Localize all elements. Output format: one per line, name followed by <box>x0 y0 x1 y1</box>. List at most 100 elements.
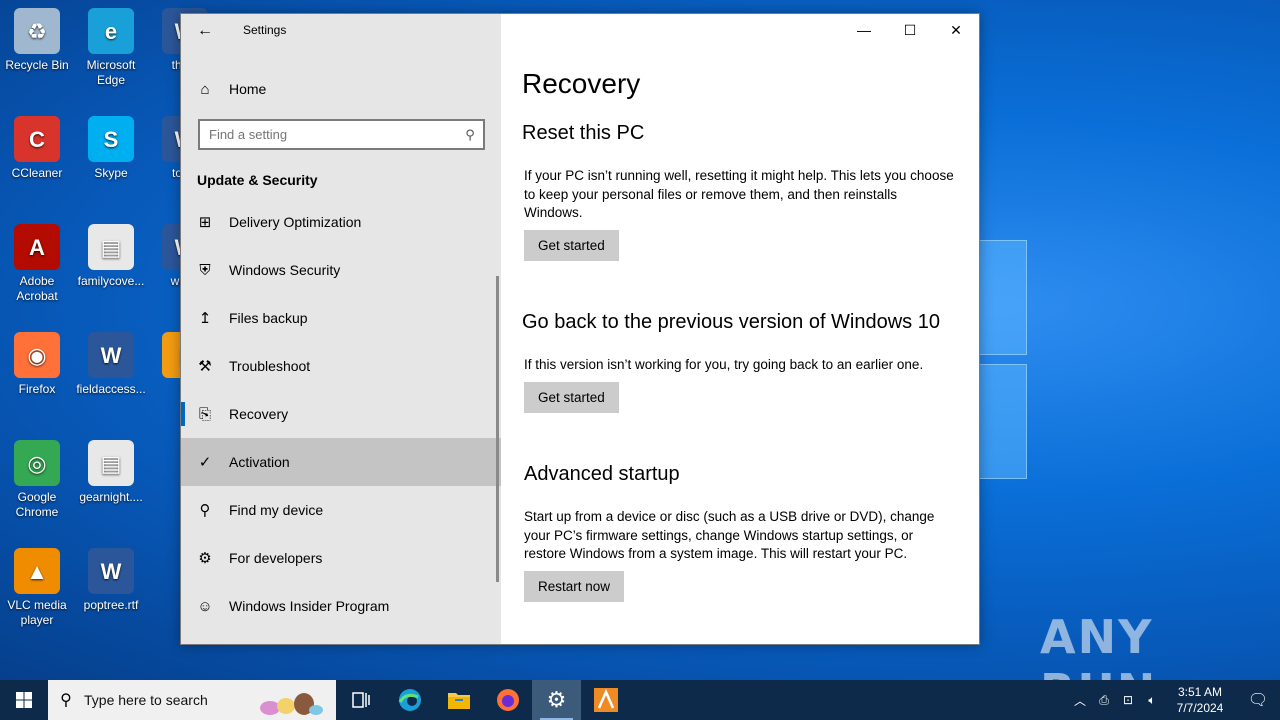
nav-scrollbar[interactable] <box>496 276 499 582</box>
go-back-description: If this version isn’t working for you, t… <box>524 357 924 372</box>
taskbar-file-explorer[interactable] <box>434 680 483 720</box>
taskbar: ⚲ Type here to search ⚙ ︿ ⎙ ⊡ 🔈︎ 3:51 AM… <box>0 680 1280 720</box>
desktop-app-icon: ◎ <box>14 440 60 486</box>
advanced-startup-title: Advanced startup <box>524 463 680 485</box>
desktop-icon-label: Adobe Acrobat <box>16 274 58 303</box>
close-button[interactable]: ✕ <box>933 14 979 46</box>
nav-home-label: Home <box>229 81 267 97</box>
reset-pc-title: Reset this PC <box>522 122 645 144</box>
nav-item-files-backup[interactable]: ↥ Files backup <box>181 294 501 342</box>
nav-item-windows-security[interactable]: ⛨ Windows Security <box>181 246 501 294</box>
search-highlight-icon <box>260 693 323 715</box>
desktop-app-icon: e <box>88 8 134 54</box>
restart-now-button[interactable]: Restart now <box>524 571 625 602</box>
clock[interactable]: 3:51 AM 7/7/2024 <box>1164 684 1236 716</box>
clock-date: 7/7/2024 <box>1176 701 1224 715</box>
nav-home[interactable]: ⌂ Home <box>181 74 501 104</box>
person-icon: ⚲ <box>199 502 211 519</box>
desktop-app-icon: ▤ <box>88 440 134 486</box>
anyrun-watermark: ANY RUN <box>1040 610 1155 680</box>
advanced-startup-description: Start up from a device or disc (such as … <box>524 509 935 561</box>
nav-item-label: Windows Security <box>229 262 341 278</box>
go-back-get-started-button[interactable]: Get started <box>524 382 619 413</box>
search-icon: ⚲ <box>465 126 475 142</box>
maximize-button[interactable]: ☐ <box>887 14 933 46</box>
edge-icon <box>398 689 421 711</box>
back-button[interactable]: ← <box>193 20 217 42</box>
notification-icon[interactable]: 🗨︎ <box>1236 690 1280 710</box>
backup-icon: ↥ <box>198 310 212 327</box>
clock-time: 3:51 AM <box>1177 685 1223 699</box>
nav-item-activation[interactable]: ✓ Activation <box>181 438 501 486</box>
desktop-icon[interactable]: Wfieldaccess... <box>74 332 148 397</box>
check-circle-icon: ✓ <box>198 454 212 471</box>
reset-get-started-button[interactable]: Get started <box>524 230 619 261</box>
nav-item-label: For developers <box>229 550 323 566</box>
desktop-icon[interactable]: ▤ familycove... <box>74 224 148 289</box>
desktop-icon[interactable]: ◉ Firefox <box>0 332 74 397</box>
chevron-up-icon[interactable]: ︿ <box>1068 692 1092 709</box>
desktop-icon[interactable]: ▲ VLC media player <box>0 548 74 628</box>
volume-icon[interactable]: 🔈︎ <box>1140 693 1164 708</box>
desktop-icon[interactable]: ♻ Recycle Bin <box>0 8 74 73</box>
nav-item-troubleshoot[interactable]: ⚒ Troubleshoot <box>181 342 501 390</box>
meet-now-icon[interactable]: ⎙ <box>1092 693 1116 708</box>
taskbar-anyrun[interactable] <box>581 680 630 720</box>
desktop-icon[interactable]: Wpoptree.rtf <box>74 548 148 613</box>
desktop-icon[interactable]: e Microsoft Edge <box>74 8 148 88</box>
taskbar-firefox[interactable] <box>483 680 532 720</box>
taskbar-search-box[interactable]: ⚲ Type here to search <box>48 680 336 720</box>
settings-content: — ☐ ✕ Recovery Reset this PC If your PC … <box>501 14 979 644</box>
desktop-icon-label: gearnight.... <box>79 490 143 504</box>
desktop-app-icon: ▤ <box>88 224 134 270</box>
nav-item-windows-insider-program[interactable]: ☺ Windows Insider Program <box>181 582 501 630</box>
firefox-icon <box>496 689 519 711</box>
settings-gear-icon: ⚙ <box>546 687 567 712</box>
reset-pc-description: If your PC isn’t running well, resetting… <box>524 168 954 220</box>
desktop-app-icon: C <box>14 116 60 162</box>
desktop-icon[interactable]: C CCleaner <box>0 116 74 181</box>
minimize-icon: — <box>857 22 871 38</box>
nav-list: ⊞ Delivery Optimization ⛨ Windows Security ↥… <box>181 198 501 630</box>
nav-item-label: Files backup <box>229 310 308 326</box>
desktop-icon[interactable]: ◎ Google Chrome <box>0 440 74 520</box>
shield-icon: ⛨ <box>199 261 211 279</box>
desktop-icon[interactable]: S Skype <box>74 116 148 181</box>
nav-item-for-developers[interactable]: ⚙ For developers <box>181 534 501 582</box>
home-icon: ⌂ <box>200 80 210 98</box>
start-button[interactable] <box>0 680 48 720</box>
taskbar-settings[interactable]: ⚙ <box>532 680 581 720</box>
desktop-icon-label: VLC media player <box>7 598 67 627</box>
desktop-icon-label: Google Chrome <box>15 490 59 519</box>
desktop-icon-label: familycove... <box>77 274 145 288</box>
desktop-app-icon: ▲ <box>14 548 60 594</box>
nav-item-label: Find my device <box>229 502 324 518</box>
anyrun-app-icon <box>593 688 618 712</box>
nav-item-delivery-optimization[interactable]: ⊞ Delivery Optimization <box>181 198 501 246</box>
desktop-icon-label: Microsoft Edge <box>86 58 136 87</box>
desktop-icon-label: fieldaccess... <box>76 382 146 396</box>
windows-logo-wallpaper <box>975 240 1035 490</box>
network-icon[interactable]: ⊡ <box>1116 693 1140 707</box>
nav-item-recovery[interactable]: ⎘ Recovery <box>181 390 501 438</box>
desktop-icon-label: Firefox <box>18 382 56 396</box>
search-setting-box[interactable]: ⚲ <box>198 119 485 150</box>
desktop-icon[interactable]: A Adobe Acrobat <box>0 224 74 304</box>
recovery-icon: ⎘ <box>198 405 211 423</box>
app-title: Settings <box>243 23 287 37</box>
minimize-button[interactable]: — <box>841 14 887 46</box>
taskbar-edge[interactable] <box>385 680 434 720</box>
desktop-icon-label: Skype <box>94 166 128 180</box>
settings-window: ← Settings ⌂ Home ⚲ Update & Security ⊞ D… <box>180 13 980 645</box>
task-view-button[interactable] <box>336 680 385 720</box>
desktop-icon[interactable]: ▤ gearnight.... <box>74 440 148 505</box>
desktop-app-icon: W <box>88 548 134 594</box>
nav-item-find-my-device[interactable]: ⚲ Find my device <box>181 486 501 534</box>
windows-start-icon <box>16 692 32 708</box>
nav-item-label: Recovery <box>229 406 289 422</box>
search-input[interactable] <box>200 121 457 148</box>
nav-item-label: Troubleshoot <box>229 358 311 374</box>
desktop-app-icon: ♻ <box>14 8 60 54</box>
nav-item-label: Delivery Optimization <box>229 214 362 230</box>
nav-item-label: Activation <box>229 454 290 470</box>
